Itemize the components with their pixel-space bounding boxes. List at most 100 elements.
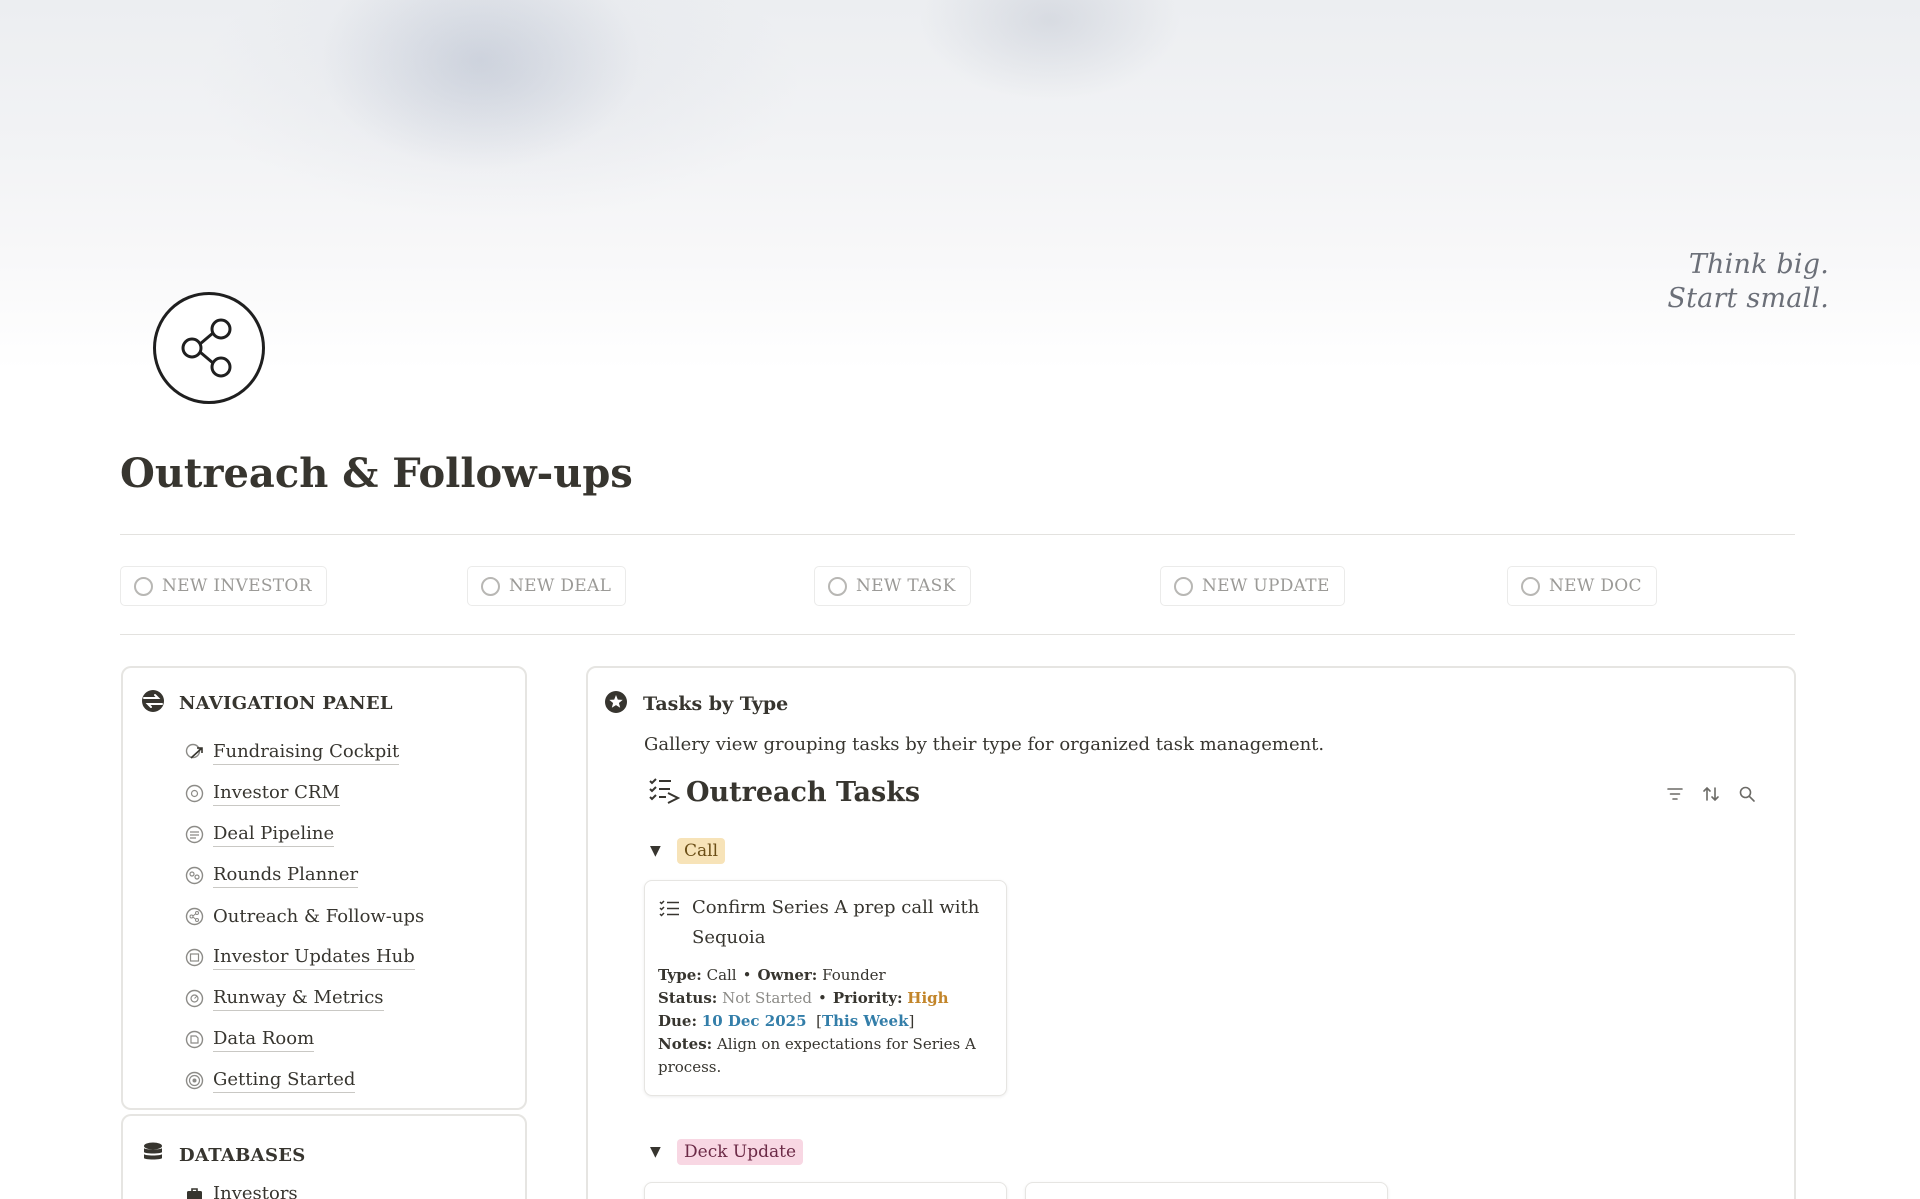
nav-item-runway-metrics[interactable]: Runway & Metrics	[185, 978, 424, 1019]
property-label: Priority:	[832, 989, 903, 1007]
task-card-title: Confirm Series A prep call with Sequoia	[692, 897, 980, 948]
briefcase-icon	[185, 1185, 204, 1199]
nav-item-label: Deal Pipeline	[213, 822, 335, 847]
nav-item-label: Fundraising Cockpit	[213, 740, 400, 765]
databases-list: Investors	[185, 1174, 298, 1199]
circle-icon	[1521, 576, 1540, 596]
group-header-deck-update[interactable]: ▼ Deck Update	[650, 1139, 804, 1165]
nav-item-fundraising-cockpit[interactable]: Fundraising Cockpit	[185, 732, 424, 773]
property-label: Due:	[658, 1012, 697, 1030]
button-label: NEW DEAL	[509, 576, 612, 596]
share-icon[interactable]	[153, 292, 265, 404]
updates-icon	[185, 948, 204, 967]
new-deal-button[interactable]: NEW DEAL	[467, 566, 627, 606]
page-title: Outreach & Follow-ups	[120, 450, 633, 497]
property-due-date: 10 Dec 2025	[701, 1012, 807, 1030]
property-row: Type: Call • Owner: Founder	[658, 964, 998, 987]
trend-icon	[185, 743, 204, 762]
property-priority: High	[907, 989, 949, 1007]
cover-tagline: Think big. Start small.	[1667, 248, 1829, 316]
property-label: Type:	[658, 966, 702, 984]
task-card[interactable]	[644, 1182, 1007, 1199]
separator: •	[817, 989, 827, 1007]
property-row: Due: 10 Dec 2025 [This Week]	[658, 1012, 915, 1030]
search-icon[interactable]	[1737, 784, 1756, 803]
navigation-panel-title: NAVIGATION PANEL	[179, 692, 393, 714]
property-row: Notes: Align on expectations for Series …	[658, 1033, 998, 1079]
new-investor-button[interactable]: NEW INVESTOR	[120, 566, 327, 606]
nav-item-label: Rounds Planner	[213, 863, 359, 888]
dataroom-icon	[185, 1030, 204, 1049]
tagline-line-1: Think big.	[1688, 249, 1829, 280]
nav-item-label: Getting Started	[213, 1068, 356, 1093]
circle-icon	[134, 576, 153, 596]
property-due-tag: This Week	[821, 1012, 909, 1030]
property-label: Notes:	[658, 1035, 713, 1053]
property-owner: Founder	[822, 966, 886, 984]
tagline-line-2: Start small.	[1667, 283, 1829, 314]
button-label: NEW DOC	[1549, 576, 1642, 596]
property-status: Not Started	[722, 989, 812, 1007]
database-header[interactable]: Outreach Tasks	[648, 776, 920, 808]
button-label: NEW INVESTOR	[162, 576, 312, 596]
nav-item-label: Data Room	[213, 1027, 315, 1052]
database-item-label: Investors	[213, 1182, 298, 1199]
databases-panel-title: DATABASES	[179, 1144, 306, 1166]
database-toolbar	[1665, 784, 1756, 803]
crm-icon	[185, 784, 204, 803]
nav-item-rounds-planner[interactable]: Rounds Planner	[185, 855, 424, 896]
nav-item-getting-started[interactable]: Getting Started	[185, 1060, 424, 1101]
database-title: Outreach Tasks	[686, 776, 921, 808]
property-label: Status:	[658, 989, 718, 1007]
nav-item-outreach-follow-ups[interactable]: Outreach & Follow-ups	[185, 896, 424, 937]
checklist-icon	[648, 776, 681, 808]
tasks-by-type-panel: Tasks by Type Gallery view grouping task…	[586, 666, 1796, 1199]
tasks-by-type-title: Tasks by Type	[643, 693, 789, 715]
nav-item-label: Investor Updates Hub	[213, 945, 415, 970]
group-tag: Deck Update	[677, 1139, 804, 1165]
divider	[120, 634, 1795, 635]
task-card[interactable]	[1025, 1182, 1388, 1199]
filter-icon[interactable]	[1665, 784, 1684, 803]
nav-item-data-room[interactable]: Data Room	[185, 1019, 424, 1060]
star-badge-icon	[604, 690, 628, 718]
group-tag: Call	[677, 838, 726, 864]
checklist-icon	[659, 899, 680, 922]
navigation-list: Fundraising Cockpit Investor CRM Deal Pi…	[185, 732, 424, 1101]
rounds-icon	[185, 866, 204, 885]
nav-item-deal-pipeline[interactable]: Deal Pipeline	[185, 814, 424, 855]
property-label: Owner:	[757, 966, 818, 984]
share-icon	[185, 907, 204, 926]
cover-image	[0, 0, 1920, 370]
tasks-by-type-description: Gallery view grouping tasks by their typ…	[644, 734, 1325, 755]
new-doc-button[interactable]: NEW DOC	[1507, 566, 1657, 606]
database-item-investors[interactable]: Investors	[185, 1174, 298, 1199]
button-label: NEW UPDATE	[1202, 576, 1330, 596]
nav-item-investor-updates-hub[interactable]: Investor Updates Hub	[185, 937, 424, 978]
new-task-button[interactable]: NEW TASK	[814, 566, 971, 606]
property-row: Status: Not Started • Priority: High	[658, 987, 998, 1010]
group-header-call[interactable]: ▼ Call	[650, 838, 726, 864]
separator: •	[742, 966, 752, 984]
collapse-triangle-icon[interactable]: ▼	[650, 1144, 664, 1160]
new-update-button[interactable]: NEW UPDATE	[1160, 566, 1345, 606]
button-label: NEW TASK	[856, 576, 956, 596]
circle-icon	[481, 576, 500, 596]
metrics-icon	[185, 989, 204, 1008]
task-card[interactable]: Confirm Series A prep call with Sequoia …	[644, 880, 1007, 1096]
databases-panel: DATABASES Investors	[121, 1114, 527, 1199]
compass-icon	[141, 689, 165, 717]
sort-icon[interactable]	[1701, 784, 1720, 803]
pipeline-icon	[185, 825, 204, 844]
task-card-properties: Type: Call • Owner: Founder Status: Not St…	[658, 964, 998, 1079]
collapse-triangle-icon[interactable]: ▼	[650, 843, 664, 859]
navigation-panel: NAVIGATION PANEL Fundraising Cockpit Inv…	[121, 666, 527, 1110]
property-type: Call	[706, 966, 737, 984]
circle-icon	[1174, 576, 1193, 596]
nav-item-label: Runway & Metrics	[213, 986, 384, 1011]
nav-item-label: Investor CRM	[213, 781, 340, 806]
divider	[120, 534, 1795, 535]
circle-icon	[828, 576, 847, 596]
start-icon	[185, 1071, 204, 1090]
nav-item-investor-crm[interactable]: Investor CRM	[185, 773, 424, 814]
